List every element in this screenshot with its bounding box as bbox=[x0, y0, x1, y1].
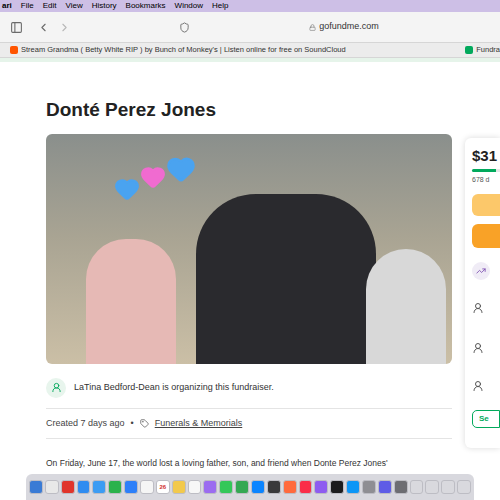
menu-item[interactable]: Bookmarks bbox=[126, 2, 166, 10]
person-icon bbox=[51, 382, 62, 393]
donation-count: 678 d bbox=[472, 175, 500, 186]
category-link[interactable]: Funerals & Memorials bbox=[155, 417, 243, 431]
dock-app-icon[interactable] bbox=[61, 480, 75, 494]
back-icon[interactable] bbox=[37, 21, 50, 34]
dock-app-icon[interactable] bbox=[283, 480, 297, 494]
dock-app-icon[interactable] bbox=[425, 480, 439, 494]
menu-item[interactable]: File bbox=[21, 2, 34, 10]
dock-app-icon[interactable] bbox=[299, 480, 313, 494]
dock-app-icon[interactable] bbox=[457, 480, 471, 494]
tag-icon bbox=[140, 419, 149, 428]
menu-bar: ari File Edit View History Bookmarks Window Hel… bbox=[0, 0, 500, 12]
forward-icon[interactable] bbox=[58, 21, 71, 34]
dock-app-icon[interactable] bbox=[108, 480, 122, 494]
dock-app-icon[interactable] bbox=[124, 480, 138, 494]
menu-app[interactable]: ari bbox=[2, 2, 12, 10]
dock-app-icon[interactable] bbox=[219, 480, 233, 494]
campaign-title: Donté Perez Jones bbox=[46, 98, 452, 122]
dock: 26 bbox=[26, 474, 474, 500]
menu-item[interactable]: Edit bbox=[43, 2, 57, 10]
dock-app-icon[interactable] bbox=[45, 480, 59, 494]
dock-app-icon[interactable] bbox=[140, 480, 154, 494]
dock-app-icon[interactable] bbox=[92, 480, 106, 494]
dock-app-icon[interactable] bbox=[441, 480, 455, 494]
dock-app-icon[interactable] bbox=[394, 480, 408, 494]
donate-button[interactable] bbox=[472, 224, 500, 248]
donor-icon bbox=[472, 342, 484, 354]
sidebar-icon[interactable] bbox=[10, 21, 23, 34]
organizer-avatar bbox=[46, 378, 66, 398]
favorite-item[interactable]: Stream Grandma ( Betty White RIP ) by Bu… bbox=[10, 44, 346, 55]
campaign-photo bbox=[46, 134, 452, 364]
dock-app-icon[interactable] bbox=[346, 480, 360, 494]
toolbar: gofundme.com bbox=[0, 12, 500, 42]
dock-app-icon[interactable] bbox=[203, 480, 217, 494]
favorites-bar: Stream Grandma ( Betty White RIP ) by Bu… bbox=[0, 42, 500, 58]
story-text: On Friday, June 17, the world lost a lov… bbox=[46, 457, 452, 470]
dock-app-icon[interactable] bbox=[330, 480, 344, 494]
heart-icon bbox=[166, 154, 196, 184]
see-all-button[interactable]: Se bbox=[472, 410, 500, 428]
donor-icon bbox=[472, 380, 484, 392]
favicon-icon bbox=[465, 46, 473, 54]
address-bar[interactable]: gofundme.com bbox=[198, 20, 490, 34]
dock-app-icon[interactable] bbox=[362, 480, 376, 494]
dock-app-icon[interactable] bbox=[378, 480, 392, 494]
donor-icon bbox=[472, 302, 484, 314]
share-button[interactable] bbox=[472, 194, 500, 216]
progress-bar bbox=[472, 169, 500, 172]
privacy-icon[interactable] bbox=[179, 22, 190, 33]
address-text: gofundme.com bbox=[319, 20, 379, 34]
favorite-item[interactable]: Fundra bbox=[465, 44, 500, 55]
amount-raised: $31 bbox=[472, 148, 500, 163]
main-column: Donté Perez Jones LaTina Bedford-Dean is … bbox=[46, 98, 452, 470]
page: Donté Perez Jones LaTina Bedford-Dean is … bbox=[0, 58, 500, 500]
dock-app-icon[interactable] bbox=[188, 480, 202, 494]
dock-app-icon[interactable] bbox=[314, 480, 328, 494]
trending-icon bbox=[476, 266, 486, 276]
dock-app-icon[interactable] bbox=[410, 480, 424, 494]
organizer-row: LaTina Bedford-Dean is organizing this f… bbox=[46, 378, 452, 398]
dock-app-icon[interactable] bbox=[267, 480, 281, 494]
header-strip bbox=[0, 58, 500, 62]
menu-item[interactable]: Help bbox=[212, 2, 228, 10]
lock-icon bbox=[309, 24, 316, 31]
dock-app-icon[interactable] bbox=[29, 480, 43, 494]
screen: ari File Edit View History Bookmarks Window Hel… bbox=[0, 0, 500, 500]
meta-row: Created 7 days ago•Funerals & Memorials bbox=[46, 409, 452, 439]
dock-app-icon[interactable] bbox=[77, 480, 91, 494]
heart-icon bbox=[114, 176, 140, 202]
menu-item[interactable]: View bbox=[65, 2, 82, 10]
menu-item[interactable]: Window bbox=[175, 2, 203, 10]
dock-app-icon[interactable]: 26 bbox=[156, 480, 170, 494]
menu-item[interactable]: History bbox=[92, 2, 117, 10]
donation-panel: $31 678 d Se bbox=[465, 138, 500, 448]
dock-app-icon[interactable] bbox=[251, 480, 265, 494]
dock-app-icon[interactable] bbox=[235, 480, 249, 494]
dock-app-icon[interactable] bbox=[172, 480, 186, 494]
favicon-icon bbox=[10, 46, 18, 54]
heart-icon bbox=[140, 164, 166, 190]
